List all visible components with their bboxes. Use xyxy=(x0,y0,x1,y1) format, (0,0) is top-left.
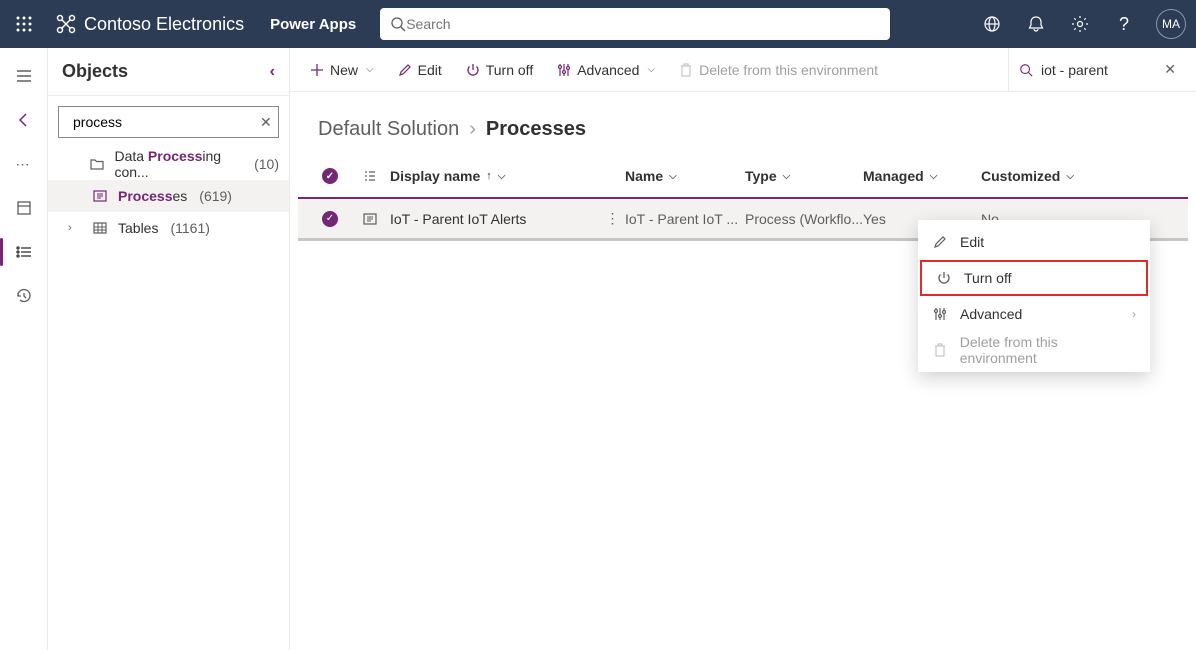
main-content: New ⌵ Edit Turn off Advanced ⌵ Delete fr… xyxy=(290,48,1196,650)
app-header: Contoso Electronics Power Apps ? MA xyxy=(0,0,1196,48)
col-display-name[interactable]: Display name↑⌵ xyxy=(390,168,625,184)
trash-icon xyxy=(679,63,693,77)
row-display-name: IoT - Parent IoT Alerts xyxy=(390,211,600,227)
chevron-right-icon[interactable]: › xyxy=(68,222,82,234)
panel-title: Objects xyxy=(62,61,128,82)
chevron-down-icon: ⌵ xyxy=(498,171,506,182)
row-type: Process (Workflo... xyxy=(745,211,863,227)
ctx-edit[interactable]: Edit xyxy=(918,224,1150,260)
sliders-icon xyxy=(932,307,948,321)
table-icon xyxy=(92,222,108,234)
app-name: Power Apps xyxy=(252,16,374,33)
filter-box[interactable]: iot - parent ✕ xyxy=(1008,48,1186,92)
settings-icon[interactable] xyxy=(1058,0,1102,48)
chevron-down-icon: ⌵ xyxy=(669,171,677,182)
check-icon: ✓ xyxy=(322,211,338,227)
org-name: Contoso Electronics xyxy=(84,14,244,35)
chevron-down-icon: ⌵ xyxy=(647,64,655,75)
power-icon xyxy=(466,63,480,77)
breadcrumb: Default Solution › Processes xyxy=(290,92,1196,155)
collapse-panel-icon[interactable]: ‹ xyxy=(270,63,275,81)
clear-icon[interactable]: ✕ xyxy=(260,114,272,131)
chevron-down-icon: ⌵ xyxy=(1066,171,1074,182)
col-name[interactable]: Name⌵ xyxy=(625,168,745,184)
rail-objects-icon[interactable] xyxy=(0,232,48,272)
notifications-icon[interactable] xyxy=(1014,0,1058,48)
sort-asc-icon: ↑ xyxy=(486,170,492,182)
power-icon xyxy=(936,271,952,285)
crumb-parent[interactable]: Default Solution xyxy=(318,118,459,141)
search-icon xyxy=(1019,63,1033,77)
col-type[interactable]: Type⌵ xyxy=(745,168,863,184)
select-all[interactable]: ✓ xyxy=(310,168,350,184)
ctx-delete: Delete from this environment xyxy=(918,332,1150,368)
rail-overview-icon[interactable] xyxy=(0,188,48,228)
folder-icon xyxy=(90,158,104,170)
objects-panel: Objects ‹ ✕ Data Processing con... (10) … xyxy=(48,48,290,650)
crumb-current: Processes xyxy=(486,118,586,141)
panel-search[interactable]: ✕ xyxy=(58,106,279,138)
new-button[interactable]: New ⌵ xyxy=(300,54,384,86)
rail-hamburger-icon[interactable] xyxy=(0,56,48,96)
col-customized[interactable]: Customized⌵ xyxy=(981,168,1176,184)
tree-item-processes[interactable]: Processes (619) xyxy=(48,180,289,212)
left-rail: ⋯ xyxy=(0,48,48,650)
help-icon[interactable]: ? xyxy=(1102,0,1146,48)
tree-item-tables[interactable]: › Tables (1161) xyxy=(48,212,289,244)
row-select[interactable]: ✓ xyxy=(310,211,350,227)
chevron-down-icon: ⌵ xyxy=(930,171,938,182)
clear-filter-icon[interactable]: ✕ xyxy=(1164,61,1176,78)
trash-icon xyxy=(932,343,948,357)
ctx-turnoff[interactable]: Turn off xyxy=(920,260,1148,296)
filter-value: iot - parent xyxy=(1041,62,1156,78)
ctx-advanced[interactable]: Advanced › xyxy=(918,296,1150,332)
rail-more-icon[interactable]: ⋯ xyxy=(0,144,48,184)
advanced-button[interactable]: Advanced ⌵ xyxy=(547,54,665,86)
environment-icon[interactable] xyxy=(970,0,1014,48)
delete-button: Delete from this environment xyxy=(669,54,888,86)
global-search-input[interactable] xyxy=(406,16,880,32)
grid-header: ✓ Display name↑⌵ Name⌵ Type⌵ Managed⌵ Cu… xyxy=(298,155,1188,197)
view-mode-icon[interactable] xyxy=(350,169,390,183)
waffle-icon[interactable] xyxy=(0,16,48,32)
user-avatar[interactable]: MA xyxy=(1156,9,1186,39)
row-type-icon xyxy=(350,213,390,225)
org-logo: Contoso Electronics xyxy=(48,14,252,35)
context-menu: Edit Turn off Advanced › Delete from thi… xyxy=(918,220,1150,372)
rail-back-icon[interactable] xyxy=(0,100,48,140)
check-icon: ✓ xyxy=(322,168,338,184)
edit-button[interactable]: Edit xyxy=(388,54,452,86)
row-name: IoT - Parent IoT ... xyxy=(625,211,745,227)
process-icon xyxy=(92,190,108,202)
sliders-icon xyxy=(557,63,571,77)
search-icon xyxy=(390,16,406,32)
col-managed[interactable]: Managed⌵ xyxy=(863,168,981,184)
panel-search-input[interactable] xyxy=(73,114,254,130)
pencil-icon xyxy=(932,235,948,249)
global-search[interactable] xyxy=(380,8,890,40)
tree-item-data-processing[interactable]: Data Processing con... (10) xyxy=(48,148,289,180)
object-tree: Data Processing con... (10) Processes (6… xyxy=(48,146,289,246)
chevron-down-icon: ⌵ xyxy=(783,171,791,182)
chevron-right-icon: › xyxy=(1132,307,1136,321)
row-more-icon[interactable]: ⋮ xyxy=(600,210,625,227)
chevron-down-icon: ⌵ xyxy=(366,64,374,75)
pencil-icon xyxy=(398,63,412,77)
chevron-right-icon: › xyxy=(469,118,476,141)
plus-icon xyxy=(310,63,324,77)
turnoff-button[interactable]: Turn off xyxy=(456,54,543,86)
rail-history-icon[interactable] xyxy=(0,276,48,316)
panel-header: Objects ‹ xyxy=(48,48,289,96)
command-bar: New ⌵ Edit Turn off Advanced ⌵ Delete fr… xyxy=(290,48,1196,92)
